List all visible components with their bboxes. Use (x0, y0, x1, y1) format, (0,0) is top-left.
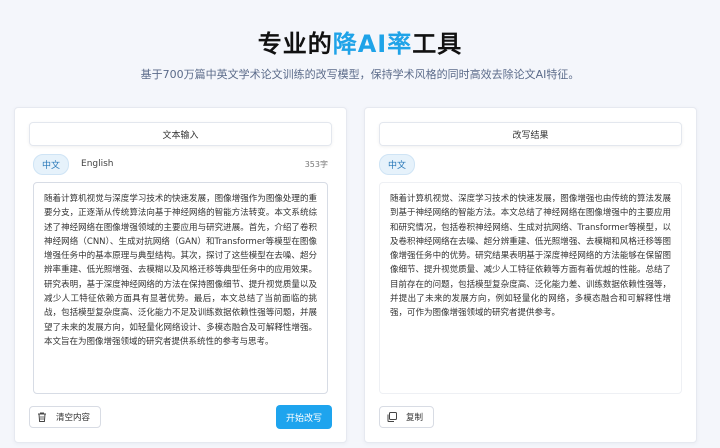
language-tabs: 中文 English 353字 (33, 153, 328, 175)
input-panel-header: 文本输入 (29, 122, 332, 146)
output-panel-header: 改写结果 (379, 122, 682, 146)
clear-button-label: 清空内容 (56, 413, 91, 423)
hero-title-prefix: 专业的 (257, 30, 333, 58)
hero-title-accent: 降AI率 (332, 30, 413, 58)
hero-title-suffix: 工具 (412, 30, 463, 58)
copy-button[interactable]: 复制 (379, 406, 435, 428)
input-panel: 文本输入 中文 English 353字 随着计算机视觉与深度学习技术的快速发展… (14, 107, 347, 443)
hero-subtitle: 基于700万篇中英文学术论文训练的改写模型，保持学术风格的同时高效去除论文AI特… (140, 68, 580, 81)
copy-button-label: 复制 (406, 413, 424, 423)
trash-icon (38, 412, 46, 422)
start-rewrite-button[interactable]: 开始改写 (276, 405, 332, 429)
char-count: 353字 (304, 159, 328, 169)
tab-english[interactable]: English (73, 156, 122, 172)
clear-button[interactable]: 清空内容 (29, 406, 102, 428)
tab-chinese[interactable]: 中文 (33, 153, 70, 175)
copy-icon (387, 412, 397, 422)
hero-title: 专业的降AI率工具 (0, 24, 720, 59)
result-text: 随着计算机视觉、深度学习技术的快速发展，图像增强也由传统的算法发展到基于神经网络… (379, 182, 682, 394)
input-textarea[interactable]: 随着计算机视觉与深度学习技术的快速发展，图像增强作为图像处理的重要分支，正逐渐从… (33, 182, 328, 394)
output-tab-chinese[interactable]: 中文 (379, 153, 416, 175)
output-panel: 改写结果 中文 随着计算机视觉、深度学习技术的快速发展，图像增强也由传统的算法发… (364, 107, 697, 443)
output-language-tabs: 中文 (379, 153, 678, 175)
